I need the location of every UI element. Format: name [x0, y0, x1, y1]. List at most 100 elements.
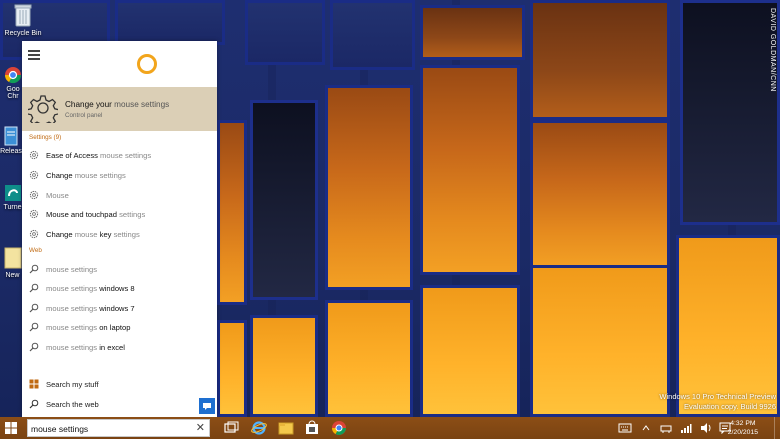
- web-suggestion-suffix: on laptop: [99, 323, 131, 332]
- search-icon: [29, 264, 39, 274]
- settings-result-item[interactable]: Change mouse settings: [22, 166, 217, 184]
- web-suggestion-item[interactable]: mouse settings windows 7: [22, 299, 217, 317]
- recycle-bin-icon: [14, 4, 32, 27]
- wallpaper-window: [680, 0, 780, 225]
- wallpaper-panel: [115, 0, 225, 45]
- desktop-icon-recycle-bin[interactable]: Recycle Bin: [2, 2, 44, 37]
- hamburger-menu-icon[interactable]: [28, 50, 40, 60]
- web-suggestion-match: mouse settings: [46, 284, 98, 293]
- internet-explorer-icon: [251, 421, 267, 435]
- desktop-icon-label: Goo Chr: [6, 86, 20, 100]
- desktop-icon-new-folder[interactable]: New: [3, 246, 22, 288]
- result-match: mouse settings: [100, 151, 152, 160]
- signal-icon[interactable]: [680, 422, 692, 434]
- wallpaper-panel: [420, 65, 520, 275]
- cortana-search-panel: Change your mouse settings Control panel…: [22, 41, 217, 417]
- result-prefix: Ease of Access: [46, 151, 98, 160]
- best-match-result[interactable]: Change your mouse settings Control panel: [22, 87, 217, 131]
- desktop-icon-label: Turne: [3, 204, 22, 211]
- chrome-icon: [4, 67, 22, 84]
- windows-logo-icon: [5, 422, 17, 434]
- evaluation-line-1: Windows 10 Pro Technical Preview: [659, 392, 776, 401]
- taskbar: ✕: [0, 417, 780, 439]
- gear-icon: [29, 190, 39, 200]
- web-suggestion-item[interactable]: mouse settings in excel: [22, 338, 217, 356]
- result-prefix: Change: [46, 230, 73, 239]
- web-suggestion-suffix: windows 7: [99, 304, 135, 313]
- web-suggestion-match: mouse settings: [46, 343, 98, 352]
- wallpaper-panel: [530, 0, 670, 120]
- search-my-stuff-label: Search my stuff: [46, 380, 99, 389]
- search-the-web-label: Search the web: [46, 400, 99, 409]
- release-notes-icon: [4, 126, 18, 146]
- settings-result-item[interactable]: Mouse and touchpad settings: [22, 205, 217, 223]
- web-suggestion-suffix: windows 8: [99, 284, 135, 293]
- evaluation-watermark: Windows 10 Pro Technical Preview Evaluat…: [659, 392, 776, 412]
- chrome-taskbar-button[interactable]: [330, 420, 348, 436]
- web-suggestion-item[interactable]: mouse settings: [22, 260, 217, 278]
- desktop-icon-release-notes[interactable]: Releas: [0, 126, 22, 166]
- desktop-icon-label: Recycle Bin: [4, 30, 42, 37]
- chevron-up-icon[interactable]: [642, 422, 650, 434]
- windows-logo-icon: [29, 379, 39, 389]
- wallpaper-panel: [530, 120, 670, 270]
- search-my-stuff-button[interactable]: Search my stuff: [22, 374, 217, 394]
- desktop-icon-label: Releas: [0, 148, 22, 155]
- desktop-icon-turner[interactable]: Turne: [3, 184, 22, 224]
- desktop-icon-chrome[interactable]: Goo Chr: [4, 66, 22, 114]
- evaluation-line-2: Evaluation copy. Build 9926: [683, 402, 776, 411]
- search-icon: [29, 399, 39, 409]
- clock-date: 2/20/2015: [727, 428, 758, 436]
- wallpaper-panel: [250, 315, 318, 417]
- settings-group-header: Settings (9): [29, 134, 62, 141]
- result-middle: and touchpad: [70, 210, 117, 219]
- touch-keyboard-icon[interactable]: [618, 422, 632, 434]
- file-explorer-button[interactable]: [277, 420, 295, 436]
- wallpaper-panel: [217, 120, 247, 305]
- clear-search-icon[interactable]: ✕: [196, 422, 205, 435]
- wallpaper-panel: [330, 0, 415, 70]
- gear-icon: [29, 150, 39, 160]
- store-button[interactable]: [303, 420, 321, 436]
- taskbar-clock[interactable]: 4:32 PM 2/20/2015: [728, 420, 758, 437]
- settings-result-item[interactable]: Mouse: [22, 186, 217, 204]
- result-match: mouse settings: [74, 171, 126, 180]
- folder-icon: [4, 247, 21, 269]
- show-desktop-button[interactable]: [774, 417, 780, 439]
- web-suggestion-match: mouse settings: [46, 323, 98, 332]
- search-the-web-button[interactable]: Search the web: [22, 394, 217, 414]
- gear-icon: [29, 229, 39, 239]
- photo-credit-watermark: DAVID GOLDMAN/CNN: [769, 8, 776, 92]
- chrome-icon: [332, 421, 346, 435]
- network-adapter-icon[interactable]: [660, 422, 672, 434]
- volume-icon[interactable]: [700, 422, 712, 434]
- gear-icon: [29, 170, 39, 180]
- wallpaper-panel: [325, 85, 413, 290]
- web-suggestion-match: mouse settings: [46, 304, 98, 313]
- task-view-icon: [224, 421, 239, 433]
- wallpaper-window: [250, 100, 318, 300]
- file-explorer-icon: [278, 422, 294, 435]
- wallpaper-panel: [530, 265, 670, 417]
- wallpaper-panel: [217, 320, 247, 417]
- task-view-button[interactable]: [222, 420, 240, 436]
- web-suggestion-suffix: in excel: [99, 343, 125, 352]
- start-button[interactable]: [0, 417, 22, 439]
- wallpaper-panel: [420, 285, 520, 417]
- web-group-header: Web: [29, 247, 42, 254]
- search-icon: [29, 283, 39, 293]
- web-suggestion-item[interactable]: mouse settings on laptop: [22, 318, 217, 336]
- clock-time: 4:32 PM: [730, 420, 756, 427]
- result-match: mouse: [74, 230, 98, 239]
- taskbar-search-box[interactable]: ✕: [27, 419, 210, 437]
- cortana-icon[interactable]: [137, 54, 157, 74]
- wallpaper-panel: [245, 0, 325, 65]
- web-suggestion-item[interactable]: mouse settings windows 8: [22, 279, 217, 297]
- internet-explorer-button[interactable]: [250, 420, 268, 436]
- search-input[interactable]: [31, 422, 186, 435]
- settings-result-item[interactable]: Ease of Access mouse settings: [22, 146, 217, 164]
- wallpaper-panel: [420, 5, 525, 60]
- search-icon: [29, 342, 39, 352]
- settings-result-item[interactable]: Change mouse key settings: [22, 225, 217, 243]
- feedback-button[interactable]: [199, 398, 215, 414]
